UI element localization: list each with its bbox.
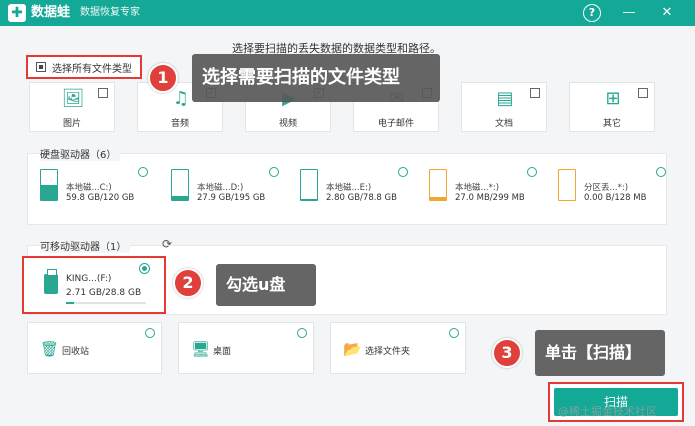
- location-radio[interactable]: [145, 328, 155, 338]
- title-bar: ✚ 数据蛙 数据恢复专家 ? — ✕: [0, 0, 695, 26]
- location-label: 选择文件夹: [365, 347, 411, 357]
- logo-icon: ✚: [8, 4, 26, 22]
- tutorial-tip-3: 单击【扫描】: [535, 330, 665, 376]
- drive-name: 本地磁...C:): [66, 183, 112, 193]
- drive-icon: [558, 169, 576, 201]
- location-radio[interactable]: [449, 328, 459, 338]
- select-all-label: 选择所有文件类型: [52, 63, 132, 75]
- app-name: 数据蛙: [31, 5, 71, 20]
- drive-radio[interactable]: [269, 167, 279, 177]
- drive-size: 27.0 MB/299 MB: [455, 193, 525, 203]
- drive-item[interactable]: 本地磁...E:) 2.80 GB/78.8 GB: [290, 165, 408, 205]
- usb-drive-size: 2.71 GB/28.8 GB: [66, 288, 142, 298]
- location-radio[interactable]: [297, 328, 307, 338]
- close-button[interactable]: ✕: [658, 4, 676, 22]
- drive-name: 本地磁...*:): [455, 183, 500, 193]
- usb-drive-name: KING...(F:): [66, 274, 112, 284]
- hard-drive-title: 硬盘驱动器（6）: [40, 146, 121, 161]
- drive-name: 本地磁...D:): [197, 183, 244, 193]
- document-icon: ▤: [496, 88, 514, 109]
- minimize-button[interactable]: —: [620, 4, 638, 22]
- drive-icon: [171, 169, 189, 201]
- drive-radio[interactable]: [527, 167, 537, 177]
- file-type-label: 其它: [602, 119, 621, 129]
- app-logo: ✚ 数据蛙 数据恢复专家: [8, 3, 140, 23]
- step-badge-1: 1: [148, 63, 178, 93]
- drive-item[interactable]: 分区丢...*:) 0.00 B/128 MB: [548, 165, 666, 205]
- file-type-label: 文档: [494, 119, 513, 129]
- step-badge-3: 3: [492, 338, 522, 368]
- drive-item[interactable]: 本地磁...C:) 59.8 GB/120 GB: [30, 165, 148, 205]
- other-icon: ⊞: [605, 88, 621, 109]
- desktop-icon: 🖥: [191, 340, 211, 358]
- audio-icon: ♫: [172, 88, 190, 109]
- file-type-checkbox[interactable]: [98, 88, 108, 98]
- file-type-label: 电子邮件: [377, 119, 414, 129]
- usb-drive-icon: [44, 269, 58, 294]
- folder-icon: 📂: [343, 340, 362, 358]
- usb-drive-radio[interactable]: [139, 263, 150, 274]
- drive-item[interactable]: 本地磁...D:) 27.9 GB/195 GB: [161, 165, 279, 205]
- drive-icon: [300, 169, 318, 201]
- image-icon: 🖼: [61, 88, 85, 109]
- file-type-label: 图片: [62, 119, 81, 129]
- select-all-checkbox[interactable]: 选择所有文件类型: [26, 55, 142, 79]
- drive-item[interactable]: 本地磁...*:) 27.0 MB/299 MB: [419, 165, 537, 205]
- drive-size: 0.00 B/128 MB: [584, 193, 647, 203]
- drive-size: 59.8 GB/120 GB: [66, 193, 135, 203]
- file-type-label: 视频: [278, 119, 297, 129]
- file-type-label: 音频: [170, 119, 189, 129]
- location-desktop[interactable]: 🖥 桌面: [178, 322, 314, 374]
- drive-size: 27.9 GB/195 GB: [197, 193, 266, 203]
- usb-drive-item[interactable]: KING...(F:) 2.71 GB/28.8 GB: [22, 256, 166, 314]
- file-type-document[interactable]: ▤ 文档: [461, 82, 547, 132]
- watermark: @稀土掘金技术社区: [558, 405, 657, 418]
- location-label: 桌面: [213, 347, 232, 357]
- checkbox-indicator: [36, 62, 46, 72]
- drive-radio[interactable]: [398, 167, 408, 177]
- recycle-bin-icon: 🗑: [40, 340, 60, 358]
- location-recycle-bin[interactable]: 🗑 回收站: [27, 322, 162, 374]
- app-subtitle: 数据恢复专家: [80, 7, 141, 18]
- drive-icon: [40, 169, 58, 201]
- drive-radio[interactable]: [656, 167, 666, 177]
- file-type-checkbox[interactable]: [530, 88, 540, 98]
- step-badge-2: 2: [173, 268, 203, 298]
- refresh-icon[interactable]: ⟳: [162, 237, 172, 251]
- removable-drive-title: 可移动驱动器（1）: [40, 238, 131, 253]
- file-type-other[interactable]: ⊞ 其它: [569, 82, 655, 132]
- drive-radio[interactable]: [138, 167, 148, 177]
- drive-name: 本地磁...E:): [326, 183, 372, 193]
- usb-usage-bar: [66, 302, 146, 304]
- drive-name: 分区丢...*:): [584, 183, 629, 193]
- location-label: 回收站: [62, 347, 90, 357]
- location-choose-folder[interactable]: 📂 选择文件夹: [330, 322, 466, 374]
- file-type-image[interactable]: 🖼 图片: [29, 82, 115, 132]
- drive-size: 2.80 GB/78.8 GB: [326, 193, 397, 203]
- drive-icon: [429, 169, 447, 201]
- tutorial-tip-2: 勾选u盘: [216, 264, 316, 306]
- file-type-checkbox[interactable]: [638, 88, 648, 98]
- help-button[interactable]: ?: [583, 4, 601, 22]
- tutorial-tip-1: 选择需要扫描的文件类型: [192, 54, 440, 102]
